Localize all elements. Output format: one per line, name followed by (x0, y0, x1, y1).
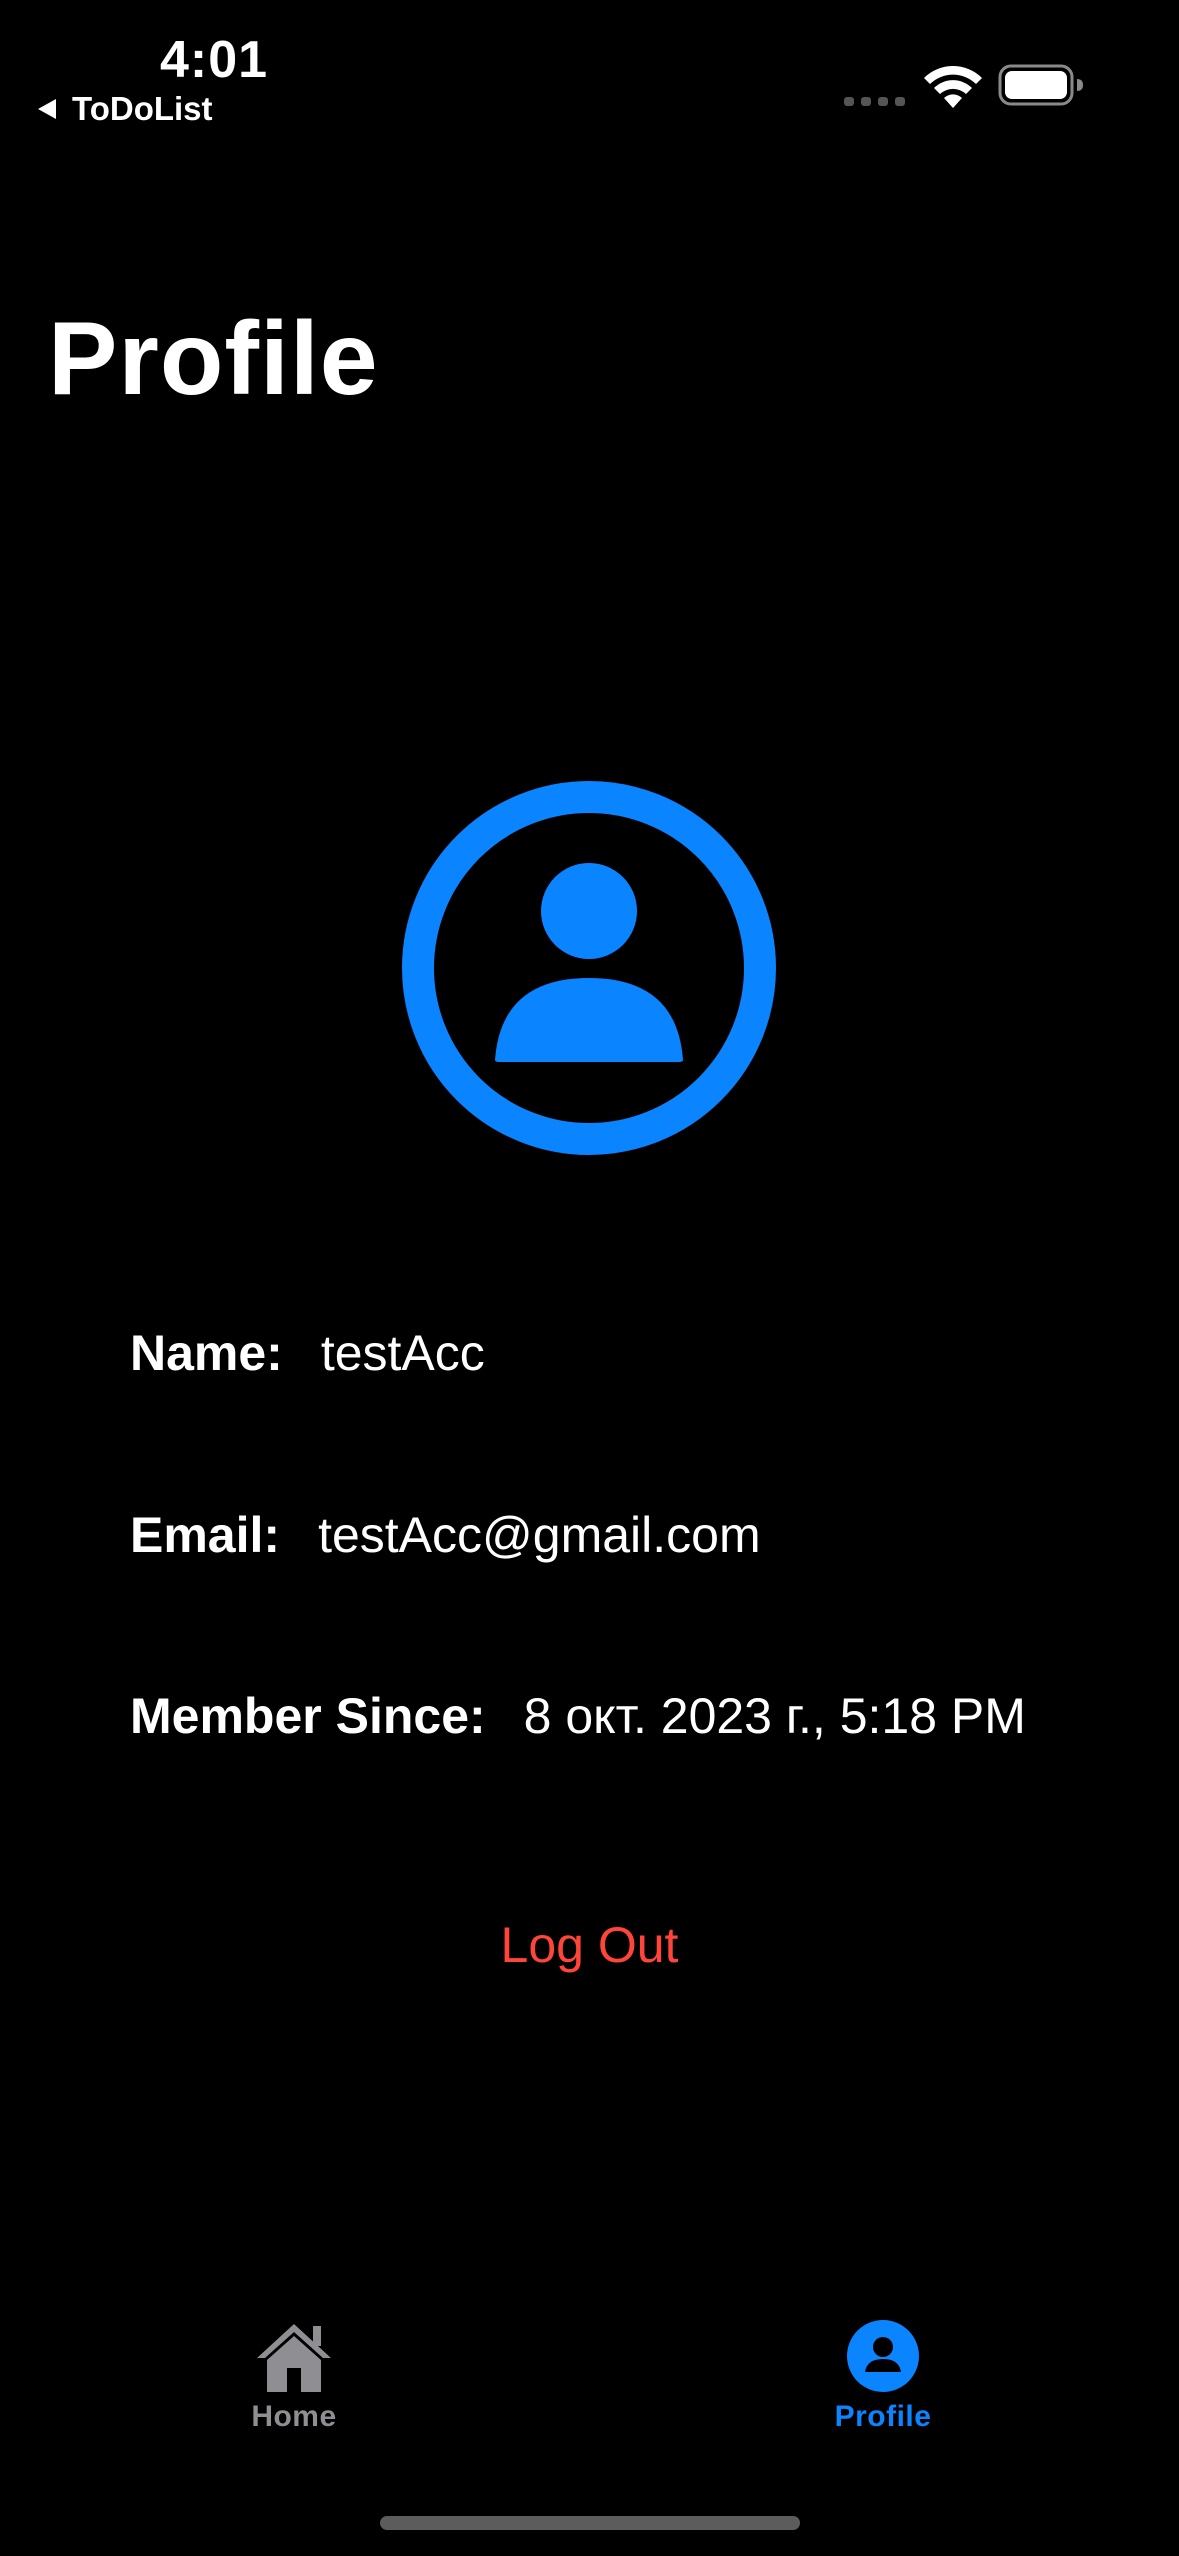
member-since-value: 8 окт. 2023 г., 5:18 PM (523, 1688, 1026, 1744)
signal-dots-icon (844, 97, 905, 106)
house-icon (257, 2324, 331, 2392)
member-since-row: Member Since: 8 окт. 2023 г., 5:18 PM (130, 1687, 1026, 1745)
person-circle-icon (402, 781, 776, 1155)
name-row: Name: testAcc (130, 1324, 485, 1382)
back-app-label: ToDoList (72, 90, 213, 127)
back-triangle-icon (38, 99, 56, 119)
tab-profile-label: Profile (834, 2400, 932, 2433)
page-title: Profile (48, 301, 379, 417)
email-row: Email: testAcc@gmail.com (130, 1506, 761, 1564)
wifi-icon (924, 66, 982, 108)
person-circle-fill-icon (847, 2320, 919, 2392)
home-indicator[interactable] (380, 2516, 800, 2530)
email-label: Email: (130, 1507, 281, 1563)
tab-profile[interactable]: Profile (733, 2318, 1033, 2434)
name-value: testAcc (320, 1325, 485, 1381)
back-to-app-button[interactable]: ToDoList (36, 90, 213, 128)
name-label: Name: (130, 1325, 283, 1381)
email-value: testAcc@gmail.com (318, 1507, 761, 1563)
tab-home[interactable]: Home (144, 2318, 444, 2434)
member-since-label: Member Since: (130, 1688, 486, 1744)
status-time: 4:01 (160, 31, 269, 89)
logout-button[interactable]: Log Out (0, 1916, 1179, 1974)
battery-icon (998, 64, 1083, 106)
tab-home-label: Home (251, 2400, 337, 2433)
